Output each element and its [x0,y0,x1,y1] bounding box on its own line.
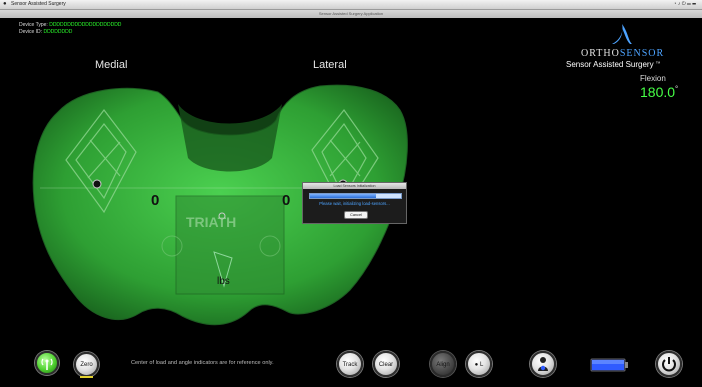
center-post [175,195,285,295]
leg-select-label: ● L [474,362,484,368]
zero-button[interactable]: Zero [74,352,99,377]
power-icon [662,357,676,372]
lateral-label: Lateral [313,59,347,71]
person-button[interactable] [530,351,556,377]
wireless-icon [41,358,53,370]
medial-load-value: 0 [151,192,160,209]
center-recess [178,104,282,172]
leg-select-button[interactable]: ● L [466,351,492,377]
brand-subtitle: Sensor Assisted Surgery TM [566,60,660,69]
flexion-label: Flexion [640,74,666,83]
power-button[interactable] [656,351,682,377]
zero-status-tag [80,376,93,378]
medial-load-indicator [92,179,102,189]
zero-label: Zero [80,362,93,368]
init-progress-fill [310,194,376,198]
implant-brand-text: TRIATH [186,214,237,230]
load-sensor-init-dialog: Load Sensors Initialization Please wait,… [302,182,407,224]
lateral-load-value: 0 [282,192,291,209]
brand-sensor: SENSOR [619,48,665,59]
align-button[interactable]: Align [430,351,456,377]
orthosensor-logo-icon [612,24,632,44]
person-icon [538,357,548,371]
flexion-unit: ° [675,84,679,94]
dialog-message: Please wait, initializing load-sensors..… [319,201,390,206]
load-units-label: lbs [217,276,230,287]
cancel-button[interactable]: Cancel [344,211,368,219]
flexion-value: 180.0 [640,84,676,100]
reference-note: Center of load and angle indicators are … [131,360,274,366]
init-progress-bar [309,193,402,199]
dialog-title: Load Sensors Initialization [303,183,406,189]
align-label: Align [436,362,450,368]
medial-label: Medial [95,59,128,71]
battery-icon [590,358,628,372]
brand-subtitle-text: Sensor Assisted Surgery [566,60,654,69]
flexion-readout: 180.0° [640,84,678,100]
wireless-button[interactable] [35,351,59,375]
l-label: L [479,362,484,368]
track-button[interactable]: Track [337,351,363,377]
clear-label: Clear [378,362,394,368]
clear-button[interactable]: Clear [373,351,399,377]
brand-ortho: ORTHO [581,48,620,59]
track-label: Track [342,362,358,368]
brand-wordmark: ORTHOSENSOR [581,48,664,59]
brand-tm: TM [655,60,661,65]
